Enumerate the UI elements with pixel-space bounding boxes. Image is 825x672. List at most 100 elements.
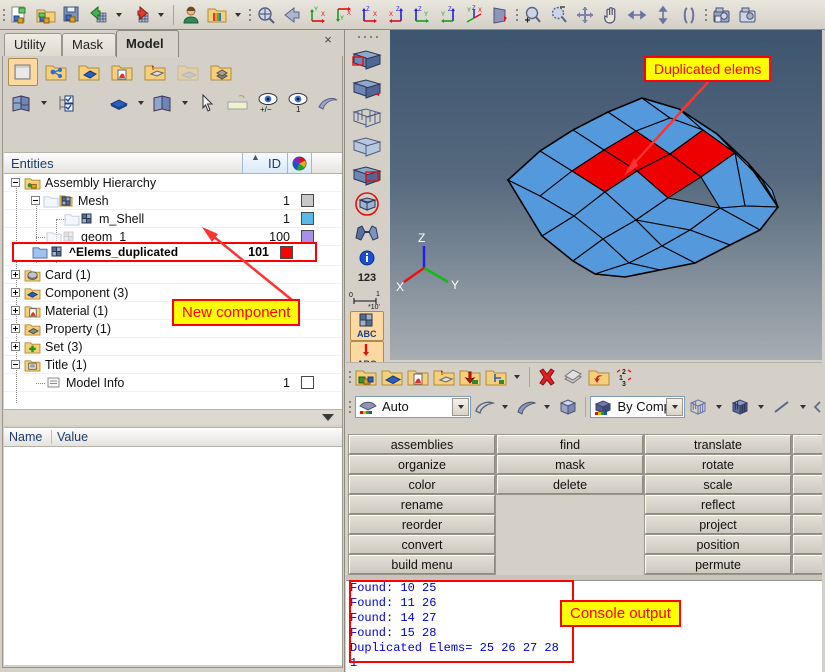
transparent-icon[interactable] (346, 189, 388, 218)
mask-button[interactable]: mask (497, 455, 643, 474)
line-elem-icon[interactable] (769, 394, 795, 420)
color-column-header[interactable] (288, 153, 312, 173)
color-button[interactable]: color (349, 475, 495, 494)
material-folder-icon[interactable] (107, 58, 137, 86)
mesh-ghost-icon[interactable] (173, 58, 203, 86)
color-swatch[interactable] (301, 194, 314, 207)
surface-shaded-icon[interactable] (513, 394, 539, 420)
save-model-icon[interactable] (59, 2, 85, 28)
fit-view-icon[interactable] (253, 2, 279, 28)
rotate-brackets-icon[interactable] (676, 2, 702, 28)
axis-xz-icon[interactable]: ZX (357, 2, 383, 28)
delete-button[interactable]: delete (497, 475, 643, 494)
toolbar-grip[interactable] (0, 3, 7, 27)
axis-xy-flip-icon[interactable]: YX (331, 2, 357, 28)
elems-wire-icon[interactable] (346, 102, 388, 131)
display-component-icon[interactable] (8, 58, 38, 86)
build-menu-button[interactable]: build menu (349, 555, 495, 574)
scale-ruler-icon[interactable]: 0 1 *10' (346, 287, 388, 311)
elems-feature-icon[interactable] (346, 73, 388, 102)
tab-utility[interactable]: Utility (4, 33, 62, 56)
open-model-icon[interactable] (33, 2, 59, 28)
export-icon[interactable] (127, 2, 153, 28)
tree-row-card[interactable]: Card (1) (4, 266, 342, 284)
zoom-in-icon[interactable] (520, 2, 546, 28)
axis-zy-icon[interactable]: ZY (409, 2, 435, 28)
pan-hand-icon[interactable] (598, 2, 624, 28)
material-icon[interactable] (405, 364, 431, 390)
eye-one-icon[interactable]: 1 (284, 89, 311, 117)
stack-folder-icon[interactable] (206, 58, 236, 86)
surface-wire-dropdown-arrow[interactable] (497, 394, 513, 420)
expander-minus-icon[interactable] (30, 195, 41, 206)
elems-edges-icon[interactable] (346, 160, 388, 189)
entity-toolbar-grip[interactable] (346, 365, 353, 389)
normals-button[interactable]: nor (793, 515, 825, 534)
axis-yz-icon[interactable]: ZY (435, 2, 461, 28)
rotate-button[interactable]: rotate (645, 455, 791, 474)
reflect-button[interactable]: reflect (645, 495, 791, 514)
import-dropdown-arrow[interactable] (111, 2, 127, 28)
template-dropdown-arrow[interactable] (230, 2, 246, 28)
renumber-folder-icon[interactable] (586, 364, 612, 390)
tree-row-set[interactable]: Set (3) (4, 338, 342, 356)
expander-minus-icon[interactable] (10, 177, 21, 188)
cursor-arrow-icon[interactable] (194, 89, 221, 117)
back-arrow-icon[interactable] (279, 2, 305, 28)
features-button[interactable]: fea (793, 495, 825, 514)
expander-plus-icon[interactable] (10, 287, 21, 298)
component-collector-icon[interactable] (353, 364, 379, 390)
toolbar-grip-3[interactable] (513, 3, 520, 27)
shaded-cube-dropdown-arrow[interactable] (753, 394, 769, 420)
tree-row-m-shell[interactable]: m_Shell 1 (4, 210, 342, 228)
color-swatch-selected[interactable] (280, 245, 293, 259)
tree-row-title[interactable]: Title (1) (4, 356, 342, 374)
permute-button[interactable]: permute (645, 555, 791, 574)
expander-plus-icon[interactable] (10, 341, 21, 352)
import-icon[interactable] (85, 2, 111, 28)
axis-xy-icon[interactable]: YX (305, 2, 331, 28)
color-swatch[interactable] (301, 376, 314, 389)
normal-view-icon[interactable] (487, 2, 513, 28)
expander-plus-icon[interactable] (10, 323, 21, 334)
renumber-123-icon[interactable]: 213 (612, 364, 638, 390)
color-mode-dropdown-arrow[interactable] (666, 397, 683, 416)
display-toolbar-grip[interactable] (346, 395, 353, 419)
display-mode-dropdown-arrow[interactable] (38, 89, 49, 117)
solid-shaded-icon[interactable] (555, 394, 581, 420)
expander-plus-icon[interactable] (10, 269, 21, 280)
tree-row-assembly-hierarchy[interactable]: Assembly Hierarchy (4, 174, 342, 192)
user-profile-icon[interactable] (178, 2, 204, 28)
name-value-body[interactable] (4, 447, 342, 665)
penetration-button[interactable]: pene (793, 555, 825, 574)
find-button[interactable]: find (497, 435, 643, 454)
arrows-horizontal-icon[interactable] (624, 2, 650, 28)
wire-cube-icon[interactable] (685, 394, 711, 420)
tab-mask[interactable]: Mask (62, 33, 116, 56)
mask-stack-icon[interactable] (560, 364, 586, 390)
reverse-arrow-icon[interactable] (315, 89, 342, 117)
save-image-icon[interactable] (709, 2, 735, 28)
color-swatch[interactable] (301, 212, 314, 225)
fit-icon[interactable] (572, 2, 598, 28)
export-dropdown-arrow[interactable] (153, 2, 169, 28)
entity-dropdown-arrow[interactable] (509, 364, 525, 390)
axis-zx-icon[interactable]: ZX (383, 2, 409, 28)
eye-plusminus-icon[interactable]: +/− (254, 89, 281, 117)
tree-splitter[interactable] (4, 409, 342, 425)
axis-iso-icon[interactable]: YZX (461, 2, 487, 28)
color-mode-combo[interactable]: By Comp (590, 395, 685, 418)
line-elem-dropdown-arrow[interactable] (795, 394, 811, 420)
info-circle-icon[interactable] (346, 247, 388, 269)
delete-red-x-icon[interactable] (534, 364, 560, 390)
toolbar-grip-4[interactable] (702, 3, 709, 27)
surface-wire-icon[interactable] (471, 394, 497, 420)
connector-icon[interactable] (41, 58, 71, 86)
component-blue-icon[interactable] (379, 364, 405, 390)
toolbar-grip-2[interactable] (246, 3, 253, 27)
display-mode-icon[interactable] (8, 89, 35, 117)
zoom-out-icon[interactable] (546, 2, 572, 28)
reorder-button[interactable]: reorder (349, 515, 495, 534)
convert-button[interactable]: convert (349, 535, 495, 554)
color-folder-icon[interactable] (204, 2, 230, 28)
